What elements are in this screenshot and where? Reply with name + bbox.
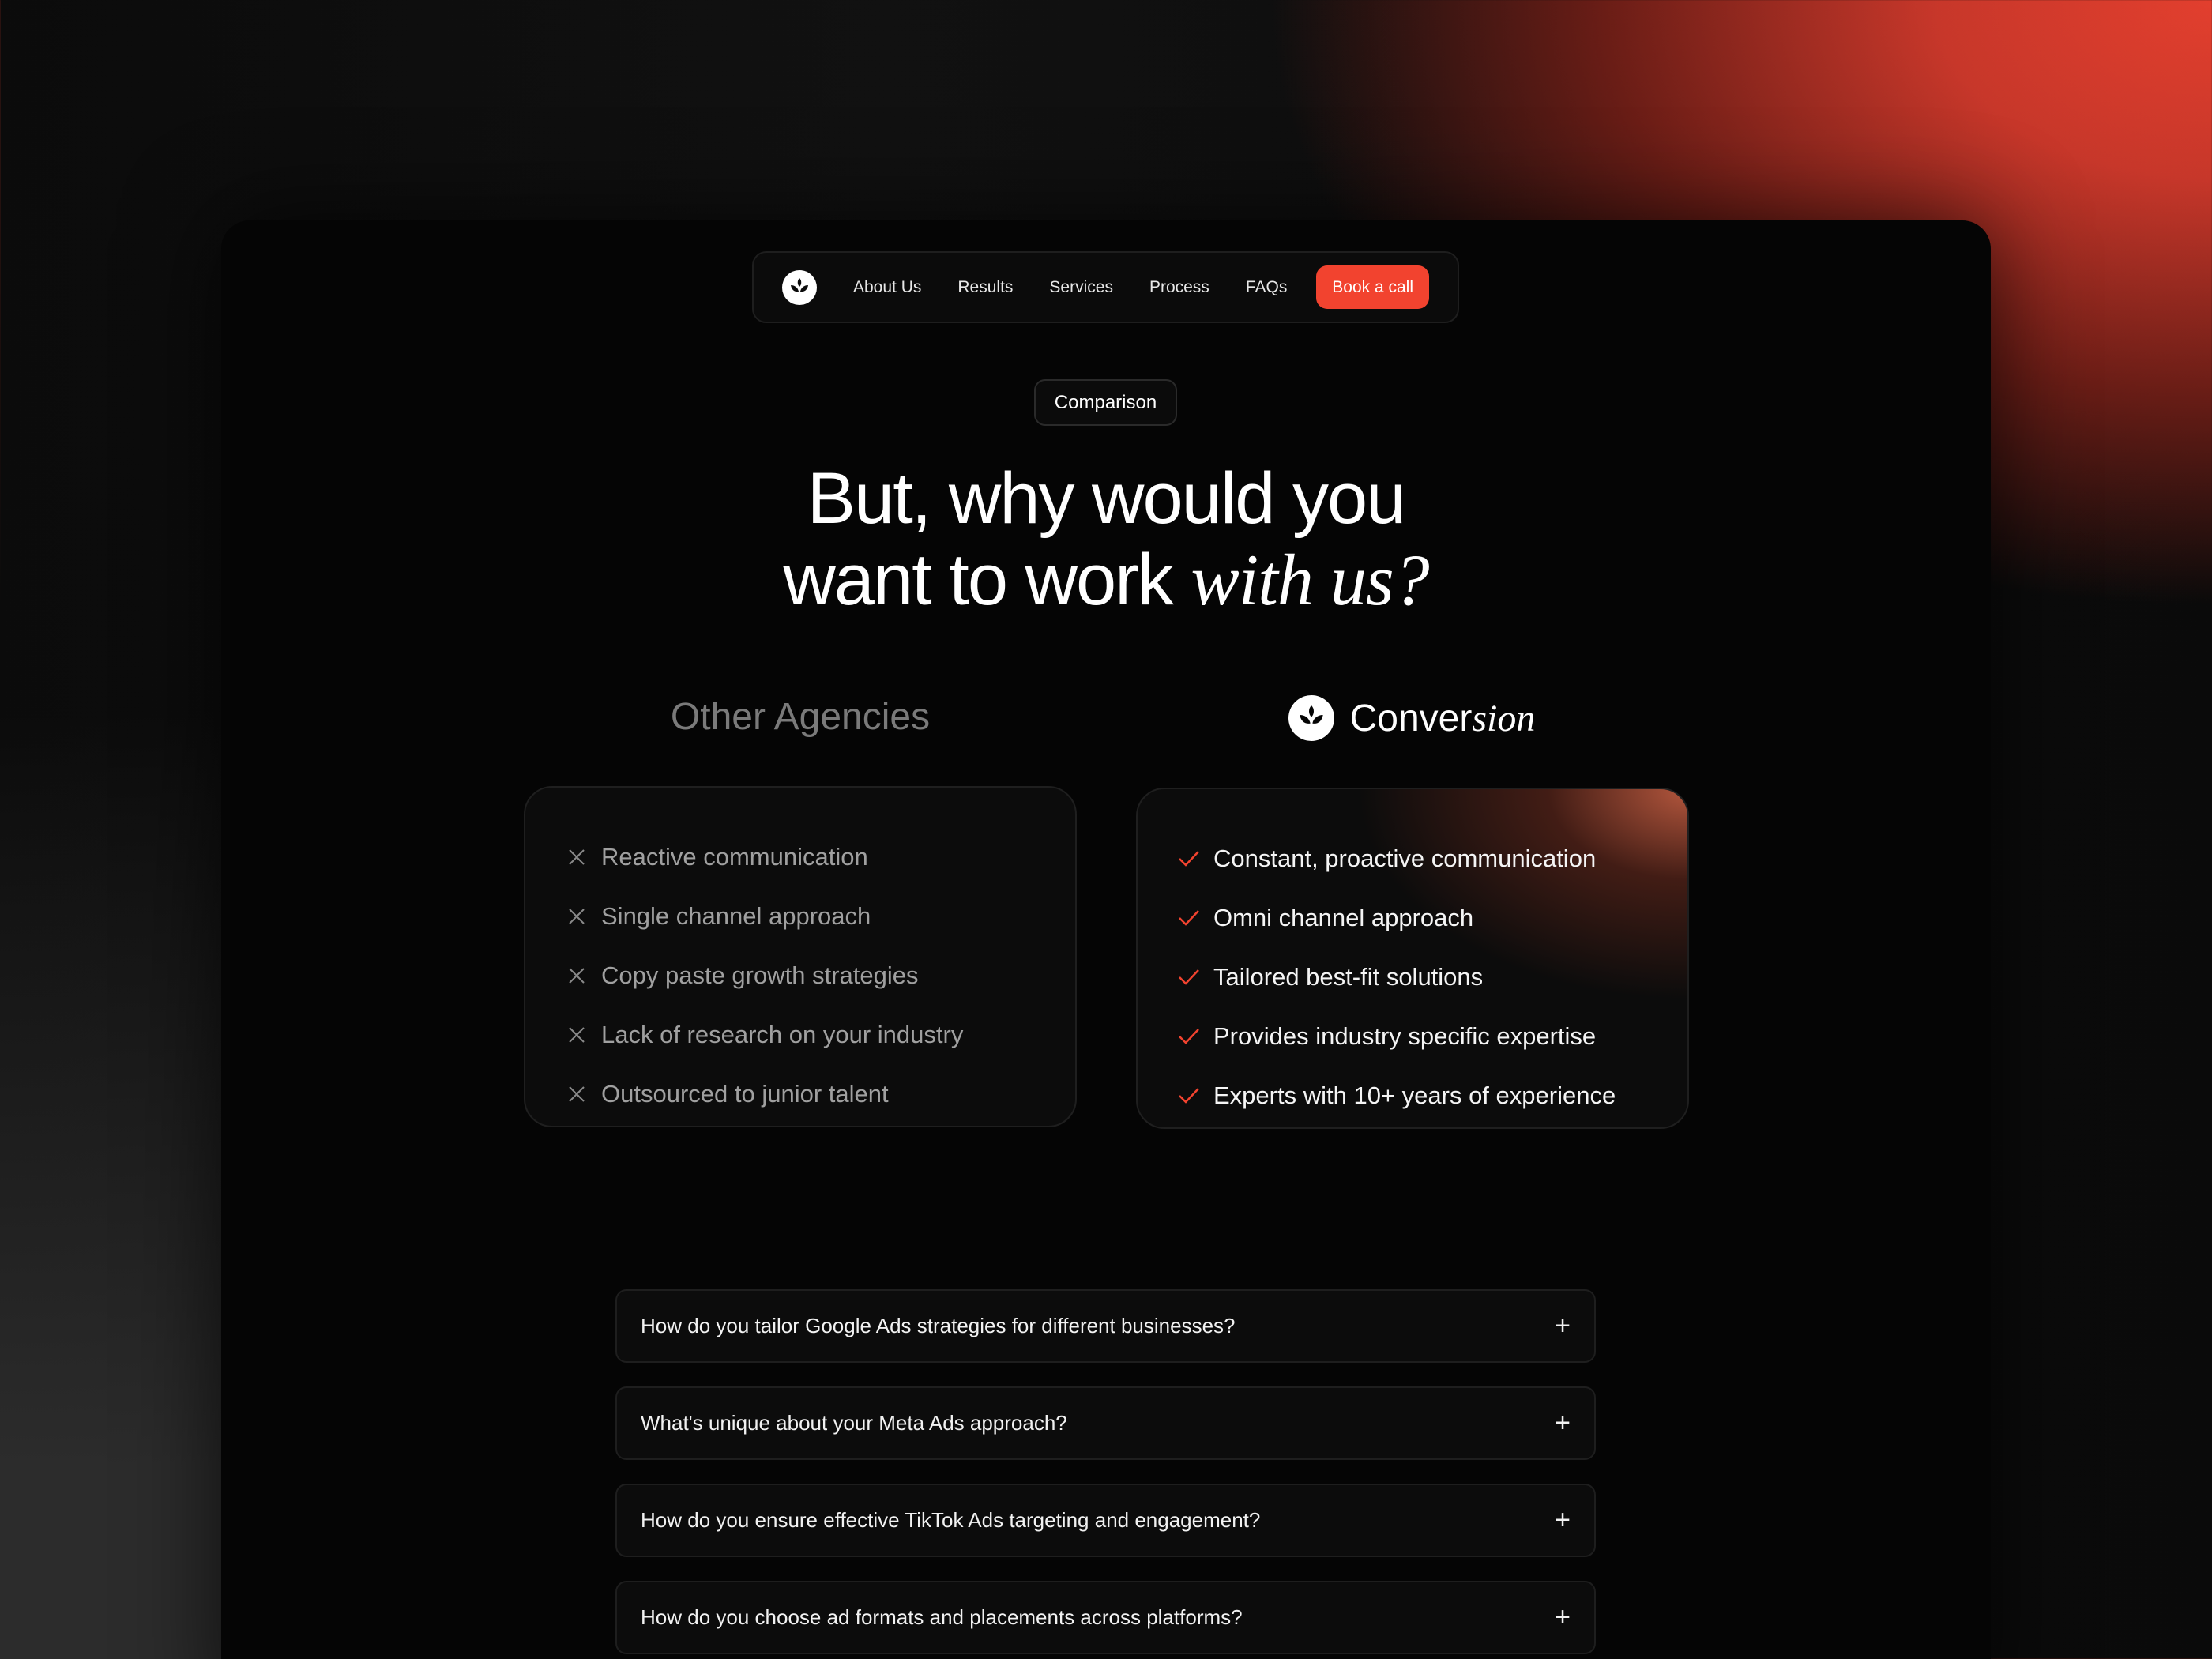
- list-item: Experts with 10+ years of experience: [1177, 1066, 1687, 1125]
- item-text: Provides industry specific expertise: [1213, 1021, 1597, 1050]
- nav-faqs[interactable]: FAQs: [1246, 278, 1288, 297]
- item-text: Single channel approach: [601, 901, 871, 930]
- conversion-card: Constant, proactive communication Omni c…: [1136, 788, 1689, 1129]
- faq-question: What's unique about your Meta Ads approa…: [641, 1411, 1067, 1435]
- headline-line2: want to work: [783, 540, 1191, 620]
- book-a-call-button[interactable]: Book a call: [1316, 265, 1429, 309]
- x-icon: [565, 908, 589, 925]
- item-text: Reactive communication: [601, 842, 868, 871]
- list-item: Omni channel approach: [1177, 888, 1687, 947]
- faq-item[interactable]: What's unique about your Meta Ads approa…: [615, 1386, 1596, 1460]
- list-item: Tailored best-fit solutions: [1177, 947, 1687, 1006]
- faq-item[interactable]: How do you choose ad formats and placeme…: [615, 1581, 1596, 1654]
- check-icon: [1177, 1087, 1201, 1104]
- item-text: Constant, proactive communication: [1213, 844, 1597, 872]
- item-text: Copy paste growth strategies: [601, 961, 919, 989]
- other-agencies-title: Other Agencies: [670, 696, 931, 738]
- item-text: Experts with 10+ years of experience: [1213, 1081, 1616, 1109]
- section-badge: Comparison: [1034, 379, 1177, 426]
- other-agencies-card: Reactive communication Single channel ap…: [524, 786, 1077, 1127]
- item-text: Lack of research on your industry: [601, 1020, 964, 1048]
- check-icon: [1177, 850, 1201, 867]
- list-item: Copy paste growth strategies: [565, 946, 1075, 1005]
- nav-results[interactable]: Results: [957, 278, 1013, 297]
- list-item: Reactive communication: [565, 827, 1075, 886]
- item-text: Outsourced to junior talent: [601, 1079, 889, 1108]
- brand-logo-icon: [1288, 695, 1334, 741]
- plus-icon[interactable]: +: [1555, 1505, 1571, 1536]
- brand-name-italic: sion: [1472, 697, 1536, 739]
- item-text: Tailored best-fit solutions: [1213, 962, 1484, 991]
- x-icon: [565, 848, 589, 866]
- faq-item[interactable]: How do you ensure effective TikTok Ads t…: [615, 1484, 1596, 1557]
- x-icon: [565, 1085, 589, 1103]
- list-item: Outsourced to junior talent: [565, 1064, 1075, 1123]
- list-item: Provides industry specific expertise: [1177, 1006, 1687, 1066]
- check-icon: [1177, 969, 1201, 986]
- faq-question: How do you choose ad formats and placeme…: [641, 1605, 1243, 1629]
- plus-icon[interactable]: +: [1555, 1602, 1571, 1633]
- nav-about-us[interactable]: About Us: [853, 278, 921, 297]
- x-icon: [565, 967, 589, 984]
- nav-process[interactable]: Process: [1149, 278, 1209, 297]
- item-text: Omni channel approach: [1213, 903, 1474, 931]
- brand-name: Conver: [1349, 697, 1473, 739]
- page-title: But, why would you want to work with us?: [0, 458, 2212, 621]
- list-item: Lack of research on your industry: [565, 1005, 1075, 1064]
- faq-question: How do you ensure effective TikTok Ads t…: [641, 1508, 1261, 1532]
- headline-line1: But, why would you: [807, 458, 1407, 539]
- list-item: Single channel approach: [565, 886, 1075, 946]
- check-icon: [1177, 909, 1201, 927]
- list-item: Constant, proactive communication: [1177, 829, 1687, 888]
- nav-services[interactable]: Services: [1049, 278, 1113, 297]
- x-icon: [565, 1026, 589, 1044]
- logo-icon[interactable]: [782, 269, 817, 305]
- brand-title: Conversion: [1136, 695, 1687, 741]
- plus-icon[interactable]: +: [1555, 1408, 1571, 1439]
- faq-question: How do you tailor Google Ads strategies …: [641, 1314, 1236, 1337]
- check-icon: [1177, 1028, 1201, 1045]
- navbar: About Us Results Services Process FAQs B…: [752, 251, 1459, 323]
- headline-italic: with us?: [1191, 540, 1429, 620]
- plus-icon[interactable]: +: [1555, 1311, 1571, 1341]
- background-glow: [0, 711, 237, 1659]
- faq-item[interactable]: How do you tailor Google Ads strategies …: [615, 1289, 1596, 1363]
